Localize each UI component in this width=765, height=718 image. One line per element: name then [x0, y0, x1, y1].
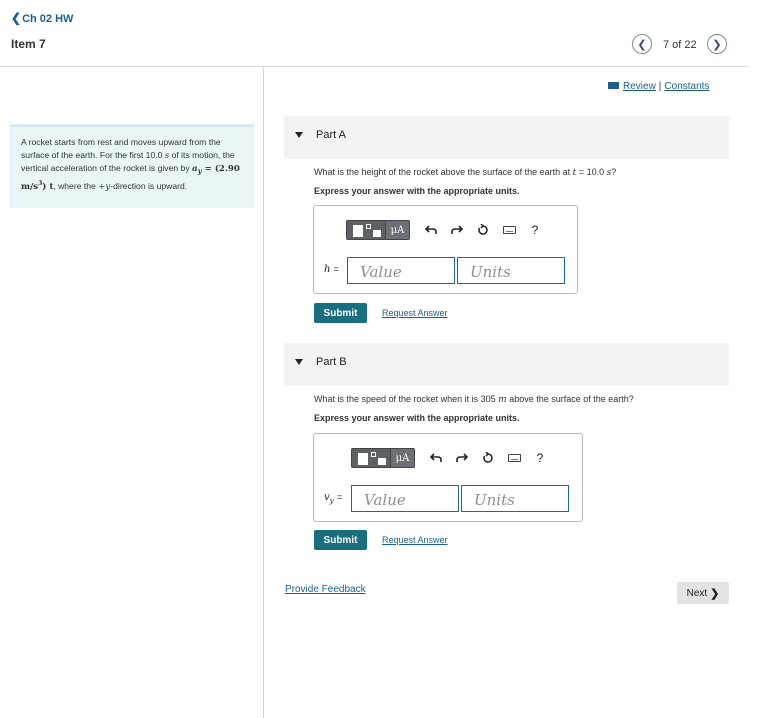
part-b-submit-button[interactable]: Submit — [314, 530, 367, 550]
part-b-question: What is the speed of the rocket when it … — [314, 394, 634, 405]
part-b-answer-box: μA ? vy = — [313, 433, 583, 522]
previous-item-button[interactable]: ❮ — [632, 34, 652, 54]
help-icon[interactable]: ? — [522, 220, 548, 240]
unit-meters: m — [498, 395, 507, 405]
question-mark: ? — [611, 167, 617, 177]
part-a-label: Part A — [316, 129, 346, 141]
templates-icon-part — [373, 230, 381, 237]
units-button[interactable]: μA — [391, 448, 415, 468]
chevron-left-icon: ❮ — [637, 38, 647, 51]
reset-icon[interactable] — [470, 220, 496, 240]
collapse-triangle-icon[interactable] — [295, 132, 303, 138]
chevron-right-icon: ❯ — [712, 38, 722, 51]
redo-icon[interactable] — [449, 448, 475, 468]
part-a-request-answer-link[interactable]: Request Answer — [382, 308, 448, 318]
templates-icon — [358, 453, 368, 465]
units-input[interactable] — [461, 485, 569, 512]
templates-icon — [353, 225, 363, 237]
next-button-label: Next — [686, 587, 708, 599]
speed-variable-label: vy = — [324, 492, 342, 505]
undo-icon[interactable] — [418, 220, 444, 240]
speed-subscript: y — [329, 497, 334, 505]
math-toolbar: μA ? — [346, 214, 548, 246]
next-item-button[interactable]: ❯ — [707, 34, 727, 54]
templates-icon-part — [378, 458, 386, 465]
keyboard-glyph — [507, 454, 521, 462]
part-a-question: What is the height of the rocket above t… — [314, 167, 616, 178]
math-toolbar: μA ? — [351, 442, 553, 474]
problem-text-3: , where the — [53, 181, 96, 192]
review-constants-links: Review | Constants — [608, 81, 709, 92]
help-icon[interactable]: ? — [527, 448, 553, 468]
undo-icon[interactable] — [423, 448, 449, 468]
redo-icon[interactable] — [444, 220, 470, 240]
header-divider — [0, 66, 748, 67]
review-link[interactable]: Review — [623, 81, 656, 92]
equals-sign: = — [333, 264, 339, 274]
constants-link[interactable]: Constants — [664, 81, 709, 92]
direction-symbol: +y — [98, 182, 111, 193]
part-a-question-value: = 10.0 — [578, 167, 605, 177]
reset-icon[interactable] — [475, 448, 501, 468]
problem-text-4: -direction is upward. — [110, 181, 188, 192]
provide-feedback-link[interactable]: Provide Feedback — [285, 584, 366, 595]
chevron-left-icon: ❮ — [11, 11, 22, 25]
next-button[interactable]: Next ❯ — [677, 582, 729, 604]
part-b-label: Part B — [316, 356, 347, 368]
time-variable: t — [572, 168, 577, 178]
part-a-instruction: Express your answer with the appropriate… — [314, 186, 520, 196]
collapse-triangle-icon[interactable] — [295, 359, 303, 365]
units-button[interactable]: μA — [386, 220, 410, 240]
part-b-question-text: What is the speed of the rocket when it … — [314, 394, 496, 404]
part-a-submit-button[interactable]: Submit — [314, 303, 367, 323]
part-a-answer-box: μA ? h = — [313, 205, 578, 294]
value-input[interactable] — [351, 485, 459, 512]
units-input[interactable] — [457, 257, 565, 284]
keyboard-icon[interactable] — [501, 448, 527, 468]
part-b-request-answer-link[interactable]: Request Answer — [382, 535, 448, 545]
height-variable-label: h = — [324, 264, 339, 275]
back-link-label: Ch 02 HW — [22, 13, 74, 25]
column-divider — [263, 66, 264, 718]
value-input[interactable] — [347, 257, 455, 284]
problem-statement: A rocket starts from rest and moves upwa… — [10, 124, 254, 208]
part-b-instruction: Express your answer with the appropriate… — [314, 413, 520, 423]
equals-sign: = — [336, 492, 343, 502]
back-to-assignment-link[interactable]: ❮Ch 02 HW — [11, 11, 73, 25]
keyboard-icon[interactable] — [496, 220, 522, 240]
part-a-question-text: What is the height of the rocket above t… — [314, 167, 571, 177]
unit-seconds: s — [164, 150, 170, 161]
part-a-header[interactable]: Part A — [284, 116, 729, 159]
chevron-right-icon: ❯ — [710, 587, 720, 600]
templates-icon-part — [371, 452, 376, 457]
item-title: Item 7 — [11, 37, 46, 51]
keyboard-glyph — [502, 226, 516, 234]
page-counter: 7 of 22 — [663, 39, 697, 51]
accel-close: ) t — [42, 182, 54, 193]
accel-subscript: y — [197, 166, 202, 176]
part-b-question-end: above the surface of the earth? — [509, 394, 634, 404]
part-b-header[interactable]: Part B — [284, 343, 729, 386]
book-icon — [608, 82, 619, 89]
templates-button[interactable] — [351, 448, 391, 468]
templates-icon-part — [366, 224, 371, 229]
templates-button[interactable] — [346, 220, 386, 240]
height-variable: h — [324, 264, 331, 275]
link-separator: | — [658, 81, 662, 92]
